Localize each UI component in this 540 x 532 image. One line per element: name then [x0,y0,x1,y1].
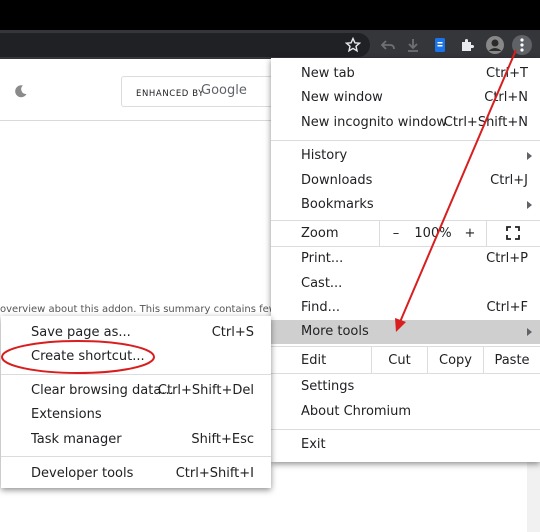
back-icon[interactable] [380,37,396,53]
menu-divider [271,373,540,374]
menu-item-task-manager[interactable]: Task manager Shift+Esc [1,428,271,452]
doc-extension-icon[interactable] [432,37,448,53]
copy-button[interactable]: Copy [428,347,483,373]
menu-item-print[interactable]: Print... Ctrl+P [271,247,540,271]
cut-button[interactable]: Cut [372,347,427,373]
zoom-out-button[interactable]: – [380,220,412,246]
menu-item-more-tools[interactable]: More tools [271,320,540,344]
menu-item-save-page-as[interactable]: Save page as... Ctrl+S [1,321,271,345]
menu-divider [1,456,271,457]
zoom-divider [486,220,487,246]
menu-item-history[interactable]: History [271,144,540,168]
menu-item-extensions[interactable]: Extensions [1,403,271,427]
search-brand: Google [201,83,247,98]
menu-divider [1,374,271,375]
moon-icon[interactable] [14,84,28,98]
address-bar[interactable] [0,33,370,57]
star-icon[interactable] [345,37,361,53]
paste-button[interactable]: Paste [484,347,540,373]
search-box[interactable]: ENHANCED BY Google [121,76,291,107]
menu-item-developer-tools[interactable]: Developer tools Ctrl+Shift+I [1,462,271,486]
more-tools-submenu: Save page as... Ctrl+S Create shortcut..… [1,316,271,488]
zoom-in-button[interactable]: + [454,220,486,246]
menu-item-create-shortcut[interactable]: Create shortcut... [1,345,271,369]
menu-item-exit[interactable]: Exit [271,433,540,457]
kebab-menu-icon[interactable] [512,35,532,55]
submenu-arrow-icon [527,328,532,336]
menu-item-clear-browsing-data[interactable]: Clear browsing data... Ctrl+Shift+Del [1,379,271,403]
submenu-arrow-icon [527,152,532,160]
menu-item-about-chromium[interactable]: About Chromium [271,400,540,424]
submenu-arrow-icon [527,201,532,209]
menu-row-zoom: Zoom – 100% + [271,220,540,246]
menu-item-new-tab[interactable]: New tab Ctrl+T [271,62,540,86]
puzzle-icon[interactable] [459,37,475,53]
menu-item-cast[interactable]: Cast... [271,272,540,296]
menu-row-edit: Edit Cut Copy Paste [271,347,540,373]
window-titlebar [0,0,540,30]
menu-item-bookmarks[interactable]: Bookmarks [271,193,540,217]
menu-item-downloads[interactable]: Downloads Ctrl+J [271,169,540,193]
avatar[interactable] [486,36,504,54]
download-icon[interactable] [405,37,421,53]
search-brand-prefix: ENHANCED BY [136,89,205,99]
zoom-level: 100% [414,226,452,241]
browser-main-menu: New tab Ctrl+T New window Ctrl+N New inc… [271,58,540,462]
menu-item-new-window[interactable]: New window Ctrl+N [271,86,540,110]
menu-item-find[interactable]: Find... Ctrl+F [271,296,540,320]
menu-item-settings[interactable]: Settings [271,375,540,399]
menu-divider [271,140,540,141]
menu-divider [271,429,540,430]
menu-item-new-incognito-window[interactable]: New incognito window Ctrl+Shift+N [271,111,540,135]
fullscreen-icon[interactable] [506,226,520,240]
